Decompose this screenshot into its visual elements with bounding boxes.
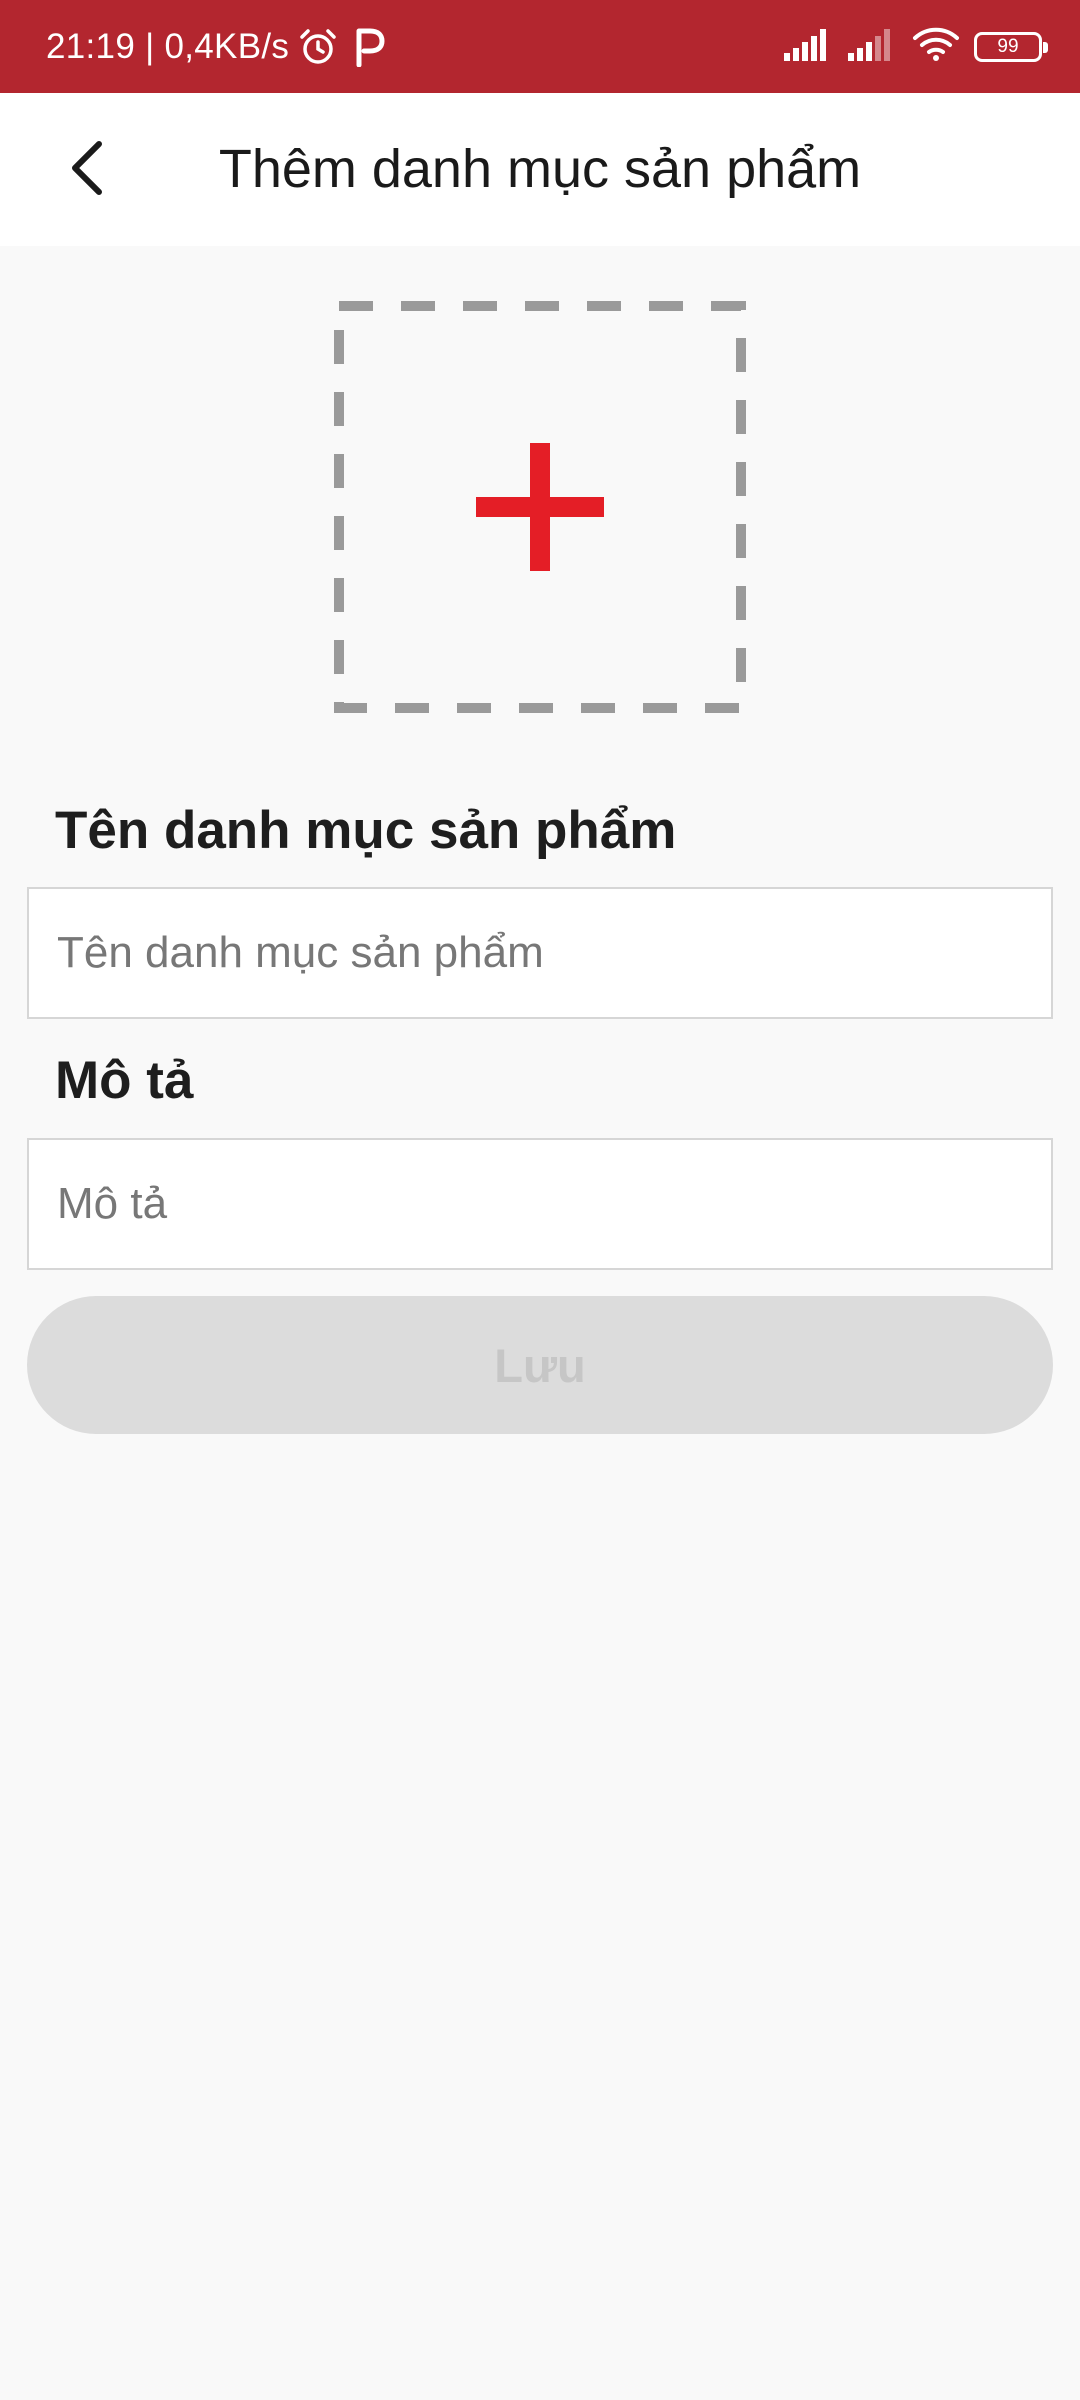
image-upload-button[interactable] — [334, 301, 746, 713]
page-title: Thêm danh mục sản phẩm — [218, 139, 862, 199]
wifi-icon — [912, 26, 960, 67]
battery-icon: 99 — [974, 31, 1048, 62]
back-button[interactable] — [40, 123, 130, 213]
description-label: Mô tả — [55, 1051, 194, 1110]
name-label: Tên danh mục sản phẩm — [55, 801, 677, 860]
status-right: 99 — [784, 0, 1048, 93]
chevron-left-icon — [72, 141, 102, 195]
alarm-icon — [297, 26, 339, 68]
save-button[interactable]: Lưu — [27, 1296, 1053, 1434]
parking-icon — [353, 27, 385, 67]
app-bar: Thêm danh mục sản phẩm — [0, 93, 1080, 246]
network-speed: 0,4KB/s — [164, 26, 290, 66]
battery-level: 99 — [997, 35, 1019, 57]
signal-icon — [784, 27, 834, 66]
plus-icon — [476, 443, 604, 571]
category-name-input[interactable] — [27, 887, 1053, 1019]
signal-icon — [848, 27, 898, 66]
status-bar: 21:19 | 0,4KB/s 99 — [0, 0, 1080, 93]
status-left: 21:19 | 0,4KB/s — [46, 0, 385, 93]
status-separator: | — [145, 26, 155, 66]
status-time: 21:19 — [46, 26, 136, 66]
description-input[interactable] — [27, 1138, 1053, 1270]
